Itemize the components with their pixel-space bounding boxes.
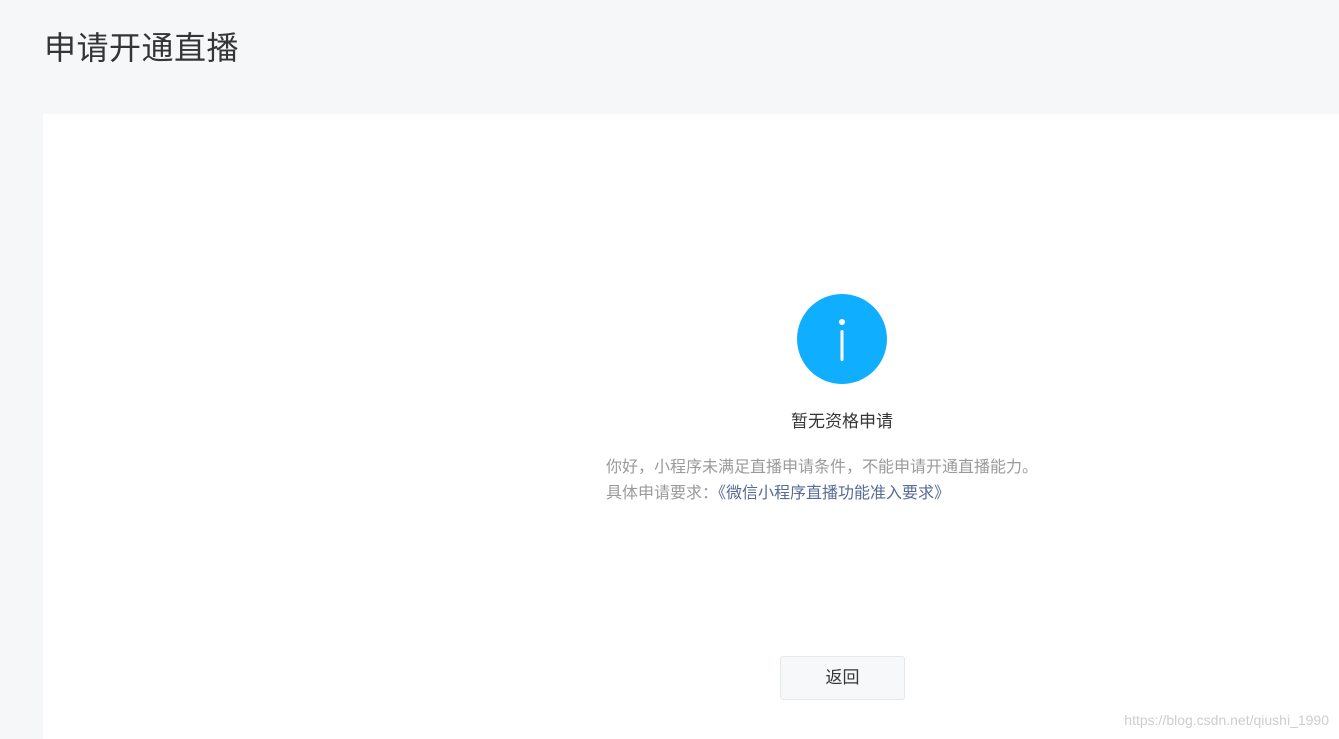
status-description-line-2: 具体申请要求：《微信小程序直播功能准入要求》 (606, 480, 1038, 506)
requirements-prefix: 具体申请要求： (606, 483, 719, 502)
watermark: https://blog.csdn.net/qiushi_1990 (1124, 712, 1329, 728)
info-icon (797, 294, 887, 384)
status-description: 你好，小程序未满足直播申请条件，不能申请开通直播能力。 具体申请要求：《微信小程… (606, 454, 1038, 506)
main-card: 暂无资格申请 你好，小程序未满足直播申请条件，不能申请开通直播能力。 具体申请要… (43, 114, 1339, 739)
back-button[interactable]: 返回 (780, 656, 905, 700)
page-title: 申请开通直播 (44, 29, 240, 67)
requirements-link[interactable]: 《微信小程序直播功能准入要求》 (718, 483, 950, 502)
status-content: 暂无资格申请 你好，小程序未满足直播申请条件，不能申请开通直播能力。 具体申请要… (43, 114, 1339, 739)
status-title: 暂无资格申请 (791, 412, 893, 432)
status-description-line-1: 你好，小程序未满足直播申请条件，不能申请开通直播能力。 (606, 457, 1039, 476)
